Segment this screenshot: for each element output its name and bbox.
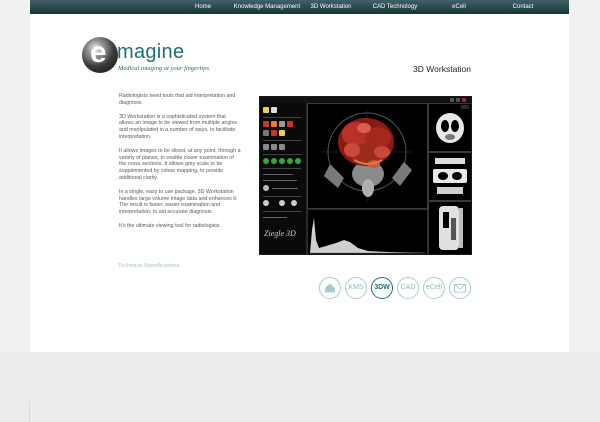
page-container: Home Knowledge Management 3D Workstation… [30,0,569,352]
nav-knowledge-management[interactable]: Knowledge Management [234,0,300,14]
histogram-panel [307,209,428,254]
coronal-scan-image [433,158,467,194]
nav-contact[interactable]: Contact [513,0,534,14]
footer-divider [29,402,30,422]
axial-scan-image [436,105,469,143]
contact-icon[interactable] [449,277,471,299]
nav-ecell[interactable]: eCell [452,0,466,14]
logo-word: magine [117,41,185,63]
nav-cad-technology[interactable]: CAD Technology [373,0,418,14]
3dw-icon[interactable]: 3DW [371,277,393,299]
body-copy: Radiologists need tools that aid interpr… [119,93,241,237]
tool-panel: Ziegle 3D [260,103,307,254]
workstation-screenshot: Ziegle 3D [259,96,472,255]
paragraph: 3D Workstation is a sophisticated system… [119,113,238,140]
heart-render-image [322,110,412,202]
3d-render-view [307,103,428,209]
nav-3d-workstation[interactable]: 3D Workstation [311,0,352,14]
kms-icon[interactable]: KMS [345,277,367,299]
paragraph: In a single, easy to use package, 3D Wor… [119,188,238,216]
logo-tagline: Medical imaging at your fingertips [118,65,209,72]
paragraph: Radiologists need tools that aid interpr… [119,93,236,106]
home-icon[interactable] [319,277,341,299]
page-title: 3D Workstation [413,64,471,74]
sagittal-view-panel [428,201,471,254]
technical-specifications-link[interactable]: Technical Specifications [118,263,180,269]
paragraph: It allows images to be sliced, at any po… [119,147,241,181]
coronal-view-panel [428,152,471,201]
histogram-graph [310,218,425,254]
page-footer-area [0,352,600,422]
top-nav: Home Knowledge Management 3D Workstation… [30,0,569,14]
emagine-logo[interactable]: e magine Medical imaging at your fingert… [82,36,272,79]
envelope-icon [454,284,466,293]
ecell-icon[interactable]: eCell [423,277,445,299]
logo-letter: e [90,36,107,69]
axial-view-panel [428,103,471,152]
cad-icon[interactable]: CAD [397,277,419,299]
app-brand: Ziegle 3D [264,229,296,238]
paragraph: It's the ultimate viewing tool for radio… [119,222,221,229]
nav-home[interactable]: Home [195,0,211,14]
sagittal-scan-image [439,206,463,250]
house-icon [325,283,335,293]
